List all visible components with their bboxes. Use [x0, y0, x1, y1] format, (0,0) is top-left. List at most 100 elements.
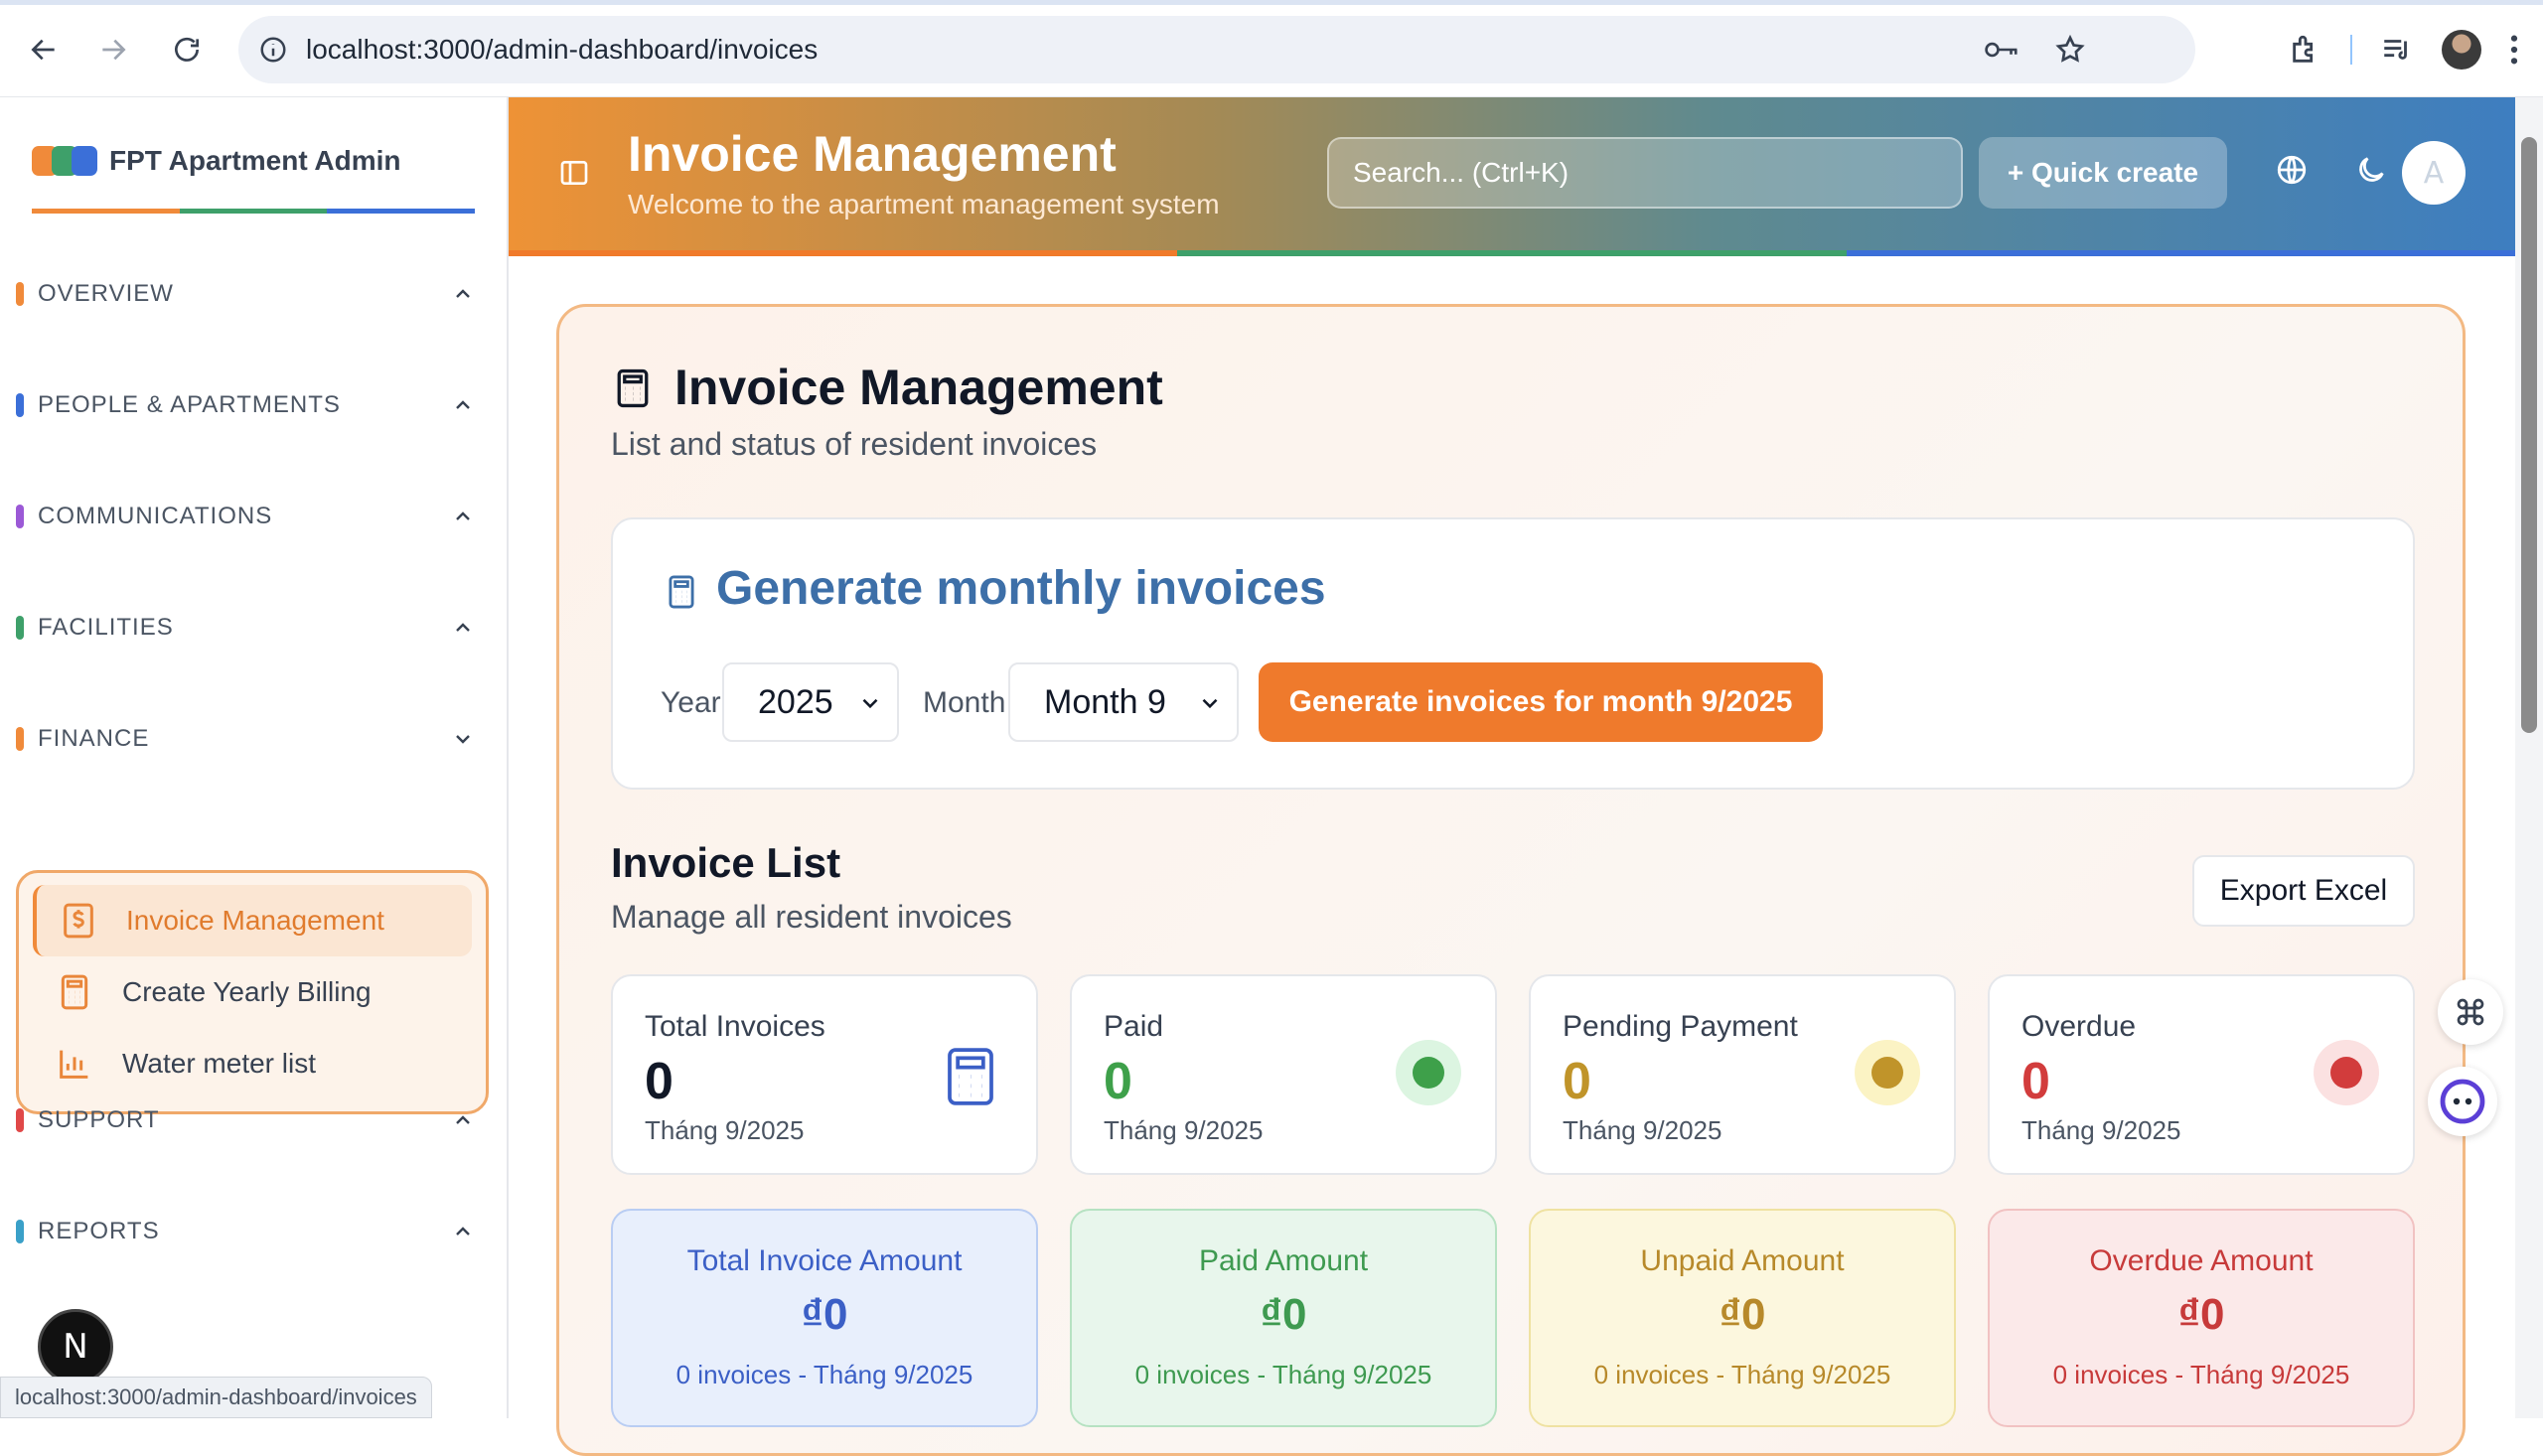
- sidebar-item-label: Invoice Management: [126, 905, 384, 936]
- amount-label: Overdue Amount: [2089, 1244, 2314, 1277]
- address-bar[interactable]: localhost:3000/admin-dashboard/invoices: [238, 16, 2195, 83]
- section-facilities[interactable]: FACILITIES: [16, 598, 483, 657]
- finance-submenu: Invoice Management Create Yearly Billing…: [16, 870, 489, 1114]
- amount-card-unpaid: Unpaid Amount ₫0 0 invoices - Tháng 9/20…: [1529, 1209, 1956, 1427]
- section-finance[interactable]: FINANCE: [16, 709, 483, 769]
- calculator-icon: [55, 972, 94, 1012]
- section-label: COMMUNICATIONS: [38, 503, 273, 529]
- stat-label: Overdue: [2021, 1010, 2137, 1043]
- scrollbar-thumb[interactable]: [2521, 137, 2537, 733]
- search-input[interactable]: Search... (Ctrl+K): [1327, 137, 1963, 209]
- quick-create-button[interactable]: + Quick create: [1979, 137, 2227, 209]
- chevron-up-icon[interactable]: [443, 385, 483, 425]
- back-icon[interactable]: [8, 14, 79, 85]
- site-info-icon[interactable]: [258, 35, 288, 65]
- section-label: SUPPORT: [38, 1106, 160, 1133]
- amount-sub: 0 invoices - Tháng 9/2025: [675, 1360, 973, 1389]
- section-support[interactable]: SUPPORT: [16, 1091, 483, 1150]
- toolbar-divider: [2350, 35, 2352, 65]
- brand[interactable]: FPT Apartment Admin: [32, 145, 400, 177]
- command-icon[interactable]: [2438, 979, 2503, 1045]
- section-label: FACILITIES: [38, 614, 174, 641]
- chevron-up-icon[interactable]: [443, 608, 483, 648]
- amount-card-overdue: Overdue Amount ₫0 0 invoices - Tháng 9/2…: [1988, 1209, 2415, 1427]
- chevron-up-icon[interactable]: [443, 274, 483, 314]
- status-dot-icon: [2314, 1040, 2379, 1105]
- section-marker: [16, 393, 24, 417]
- amount-card-total: Total Invoice Amount ₫0 0 invoices - Thá…: [611, 1209, 1038, 1427]
- globe-icon[interactable]: [2275, 153, 2315, 193]
- calculator-icon: [943, 1046, 998, 1107]
- more-menu-icon[interactable]: [2509, 33, 2519, 67]
- sidebar-item-water-meter-list[interactable]: Water meter list: [33, 1028, 472, 1099]
- browser-toolbar: localhost:3000/admin-dashboard/invoices: [0, 0, 2543, 97]
- year-value: 2025: [758, 682, 833, 721]
- section-marker: [16, 1108, 24, 1132]
- page-title: Invoice Management: [674, 360, 1163, 415]
- section-marker: [16, 616, 24, 640]
- reload-icon[interactable]: [151, 14, 223, 85]
- header-subtitle: Welcome to the apartment management syst…: [628, 189, 1220, 219]
- brand-logo: [32, 146, 97, 176]
- amount-value: ₫0: [2177, 1290, 2225, 1339]
- amount-sub: 0 invoices - Tháng 9/2025: [1593, 1360, 1891, 1389]
- stat-period: Tháng 9/2025: [1563, 1115, 1722, 1145]
- stat-card-paid: Paid 0 Tháng 9/2025: [1070, 974, 1497, 1175]
- password-key-icon[interactable]: [1983, 35, 2020, 65]
- chevron-down-icon[interactable]: [443, 719, 483, 759]
- stat-value: 0: [2021, 1053, 2050, 1110]
- amount-label: Total Invoice Amount: [686, 1244, 963, 1277]
- section-label: REPORTS: [38, 1218, 160, 1244]
- profile-avatar[interactable]: [2442, 30, 2481, 70]
- status-bar-url: localhost:3000/admin-dashboard/invoices: [0, 1377, 432, 1418]
- section-label: OVERVIEW: [38, 280, 174, 307]
- forward-icon[interactable]: [77, 14, 149, 85]
- stat-value: 0: [645, 1053, 673, 1110]
- section-label: PEOPLE & APARTMENTS: [38, 391, 341, 418]
- section-marker: [16, 727, 24, 751]
- bookmark-star-icon[interactable]: [2054, 34, 2086, 66]
- invoice-list-subtitle: Manage all resident invoices: [611, 899, 1012, 935]
- chevron-up-icon[interactable]: [443, 497, 483, 536]
- extensions-icon[interactable]: [2289, 33, 2322, 67]
- sidebar-item-create-yearly-billing[interactable]: Create Yearly Billing: [33, 956, 472, 1028]
- sidebar-item-invoice-management[interactable]: Invoice Management: [33, 885, 472, 956]
- sidebar-item-label: Water meter list: [122, 1048, 316, 1079]
- export-excel-button[interactable]: Export Excel: [2192, 855, 2415, 927]
- stat-label: Paid: [1104, 1010, 1164, 1043]
- chevron-up-icon[interactable]: [443, 1212, 483, 1251]
- sidebar-item-label: Create Yearly Billing: [122, 976, 372, 1007]
- user-avatar[interactable]: A: [2402, 141, 2466, 205]
- header-color-rule: [509, 250, 2515, 256]
- sidebar-toggle-icon[interactable]: [558, 157, 590, 189]
- amount-value: ₫0: [1260, 1290, 1307, 1339]
- section-people-apartments[interactable]: PEOPLE & APARTMENTS: [16, 375, 483, 435]
- page-scrollbar[interactable]: [2515, 97, 2543, 1418]
- chevron-up-icon[interactable]: [443, 1100, 483, 1140]
- section-reports[interactable]: REPORTS: [16, 1202, 483, 1261]
- stat-period: Tháng 9/2025: [645, 1115, 805, 1145]
- stat-label: Pending Payment: [1563, 1010, 1798, 1043]
- chat-assistant-icon[interactable]: [2428, 1067, 2497, 1136]
- stat-value: 0: [1104, 1053, 1132, 1110]
- moon-icon[interactable]: [2354, 153, 2394, 193]
- month-select[interactable]: Month 9: [1008, 662, 1239, 742]
- nextjs-dev-badge[interactable]: N: [38, 1309, 113, 1384]
- section-label: FINANCE: [38, 725, 150, 752]
- url-text[interactable]: localhost:3000/admin-dashboard/invoices: [306, 34, 818, 66]
- tab-strip-edge: [0, 0, 2543, 5]
- year-label: Year: [661, 686, 721, 719]
- generate-invoices-card: Generate monthly invoices Year 2025 Mont…: [611, 517, 2415, 790]
- generate-invoices-button[interactable]: Generate invoices for month 9/2025: [1259, 662, 1823, 742]
- brand-rule: [32, 209, 476, 214]
- section-communications[interactable]: COMMUNICATIONS: [16, 487, 483, 546]
- sidebar: FPT Apartment Admin OVERVIEW PEOPLE & AP…: [0, 97, 509, 1418]
- status-dot-icon: [1855, 1040, 1920, 1105]
- section-overview[interactable]: OVERVIEW: [16, 264, 483, 324]
- section-marker: [16, 1220, 24, 1243]
- amount-card-paid: Paid Amount ₫0 0 invoices - Tháng 9/2025: [1070, 1209, 1497, 1427]
- year-select[interactable]: 2025: [722, 662, 899, 742]
- stat-card-pending: Pending Payment 0 Tháng 9/2025: [1529, 974, 1956, 1175]
- bar-chart-icon: [55, 1044, 94, 1084]
- media-queue-icon[interactable]: [2380, 33, 2414, 67]
